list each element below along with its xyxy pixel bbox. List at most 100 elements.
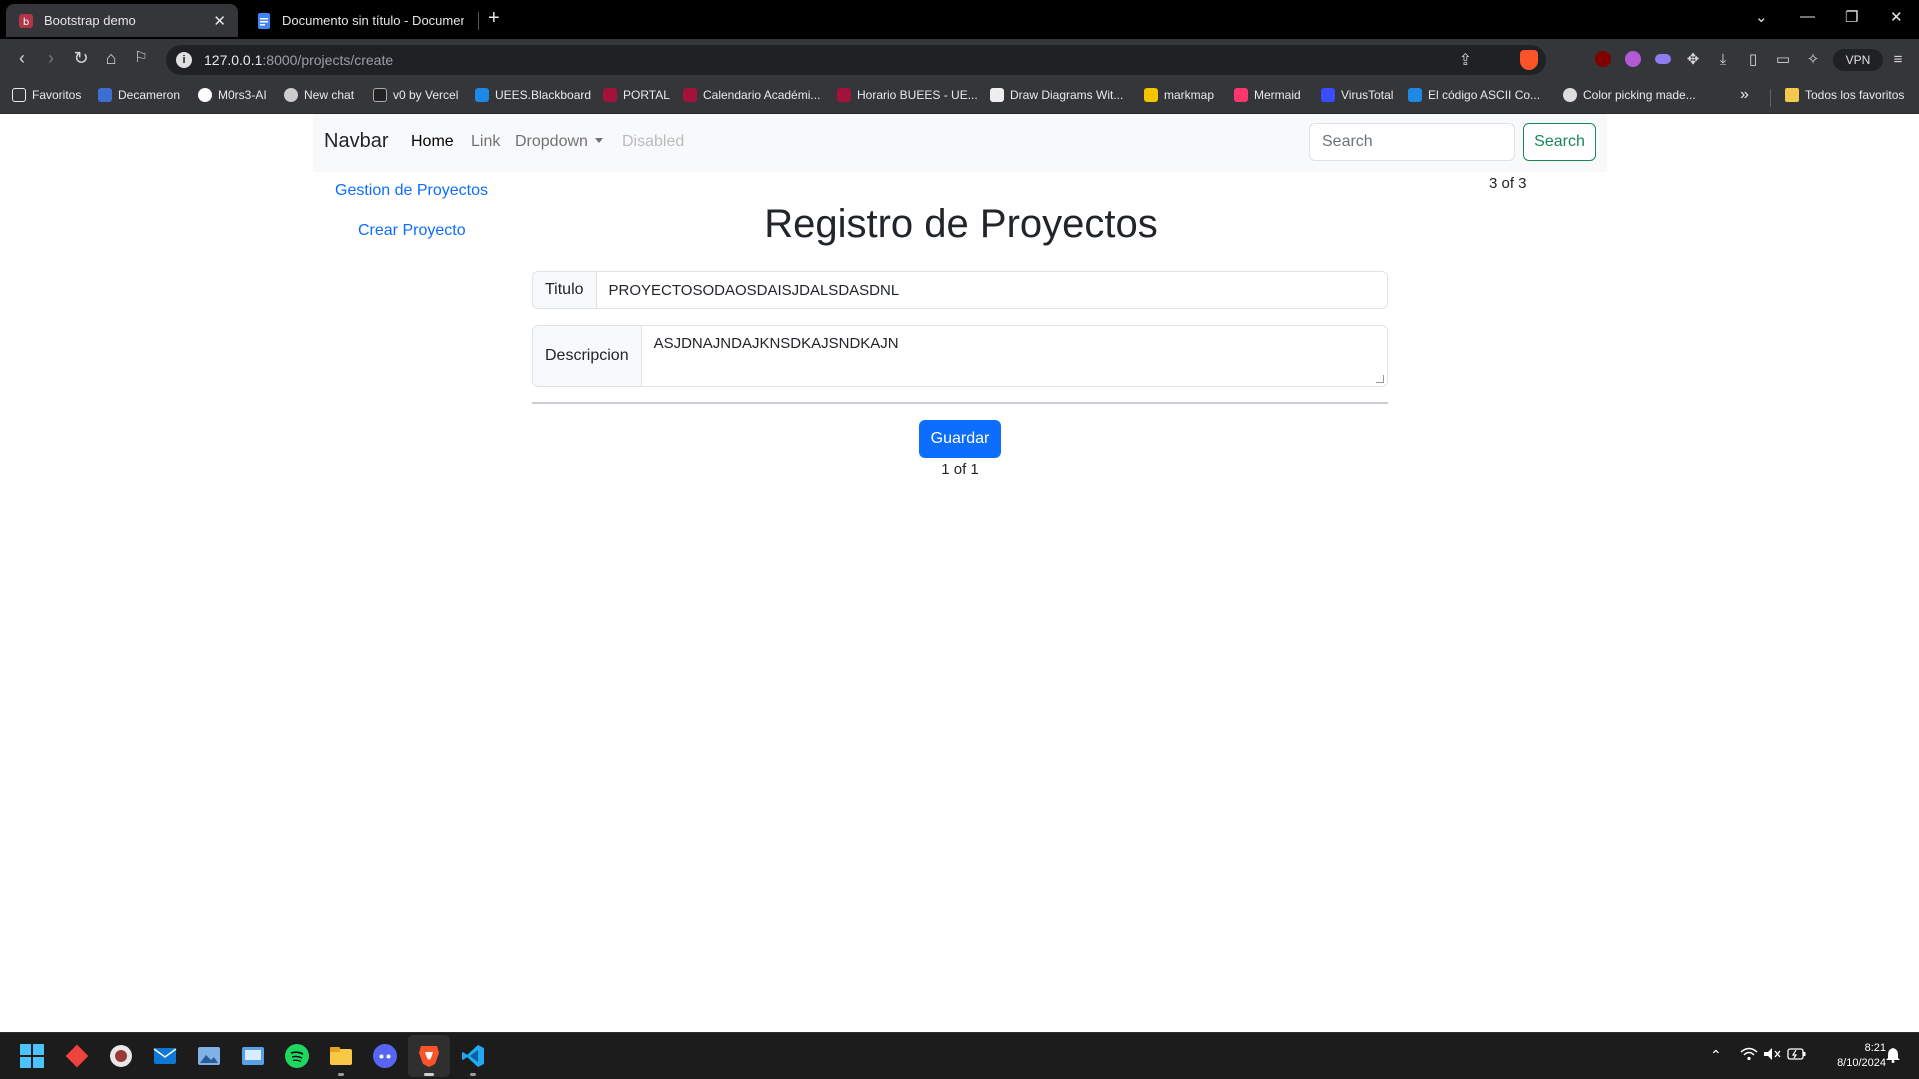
bookmark-v0[interactable]: v0 by Vercel	[373, 88, 458, 102]
bookmark-label: M0rs3-AI	[218, 88, 267, 102]
sidebar-item-gestion-proyectos[interactable]: Gestion de Proyectos	[335, 182, 488, 200]
app-circle-icon[interactable]	[108, 1043, 134, 1069]
vscode-running-indicator	[470, 1073, 476, 1076]
bookmark-label: Draw Diagrams Wit...	[1010, 88, 1124, 102]
extension-purple-icon[interactable]	[1623, 50, 1643, 70]
restore-icon[interactable]: ❐	[1845, 8, 1858, 26]
spotify-icon[interactable]	[284, 1043, 310, 1069]
clock-time: 8:21	[1864, 1042, 1886, 1054]
nav-dropdown-toggle[interactable]: Dropdown	[515, 133, 603, 151]
vscode-icon[interactable]	[460, 1043, 486, 1069]
close-tab-icon[interactable]: ✕	[213, 12, 226, 30]
new-tab-icon[interactable]: +	[488, 7, 500, 30]
nav-disabled-link: Disabled	[622, 133, 685, 150]
file-explorer-icon[interactable]	[328, 1043, 354, 1069]
leo-ai-icon[interactable]: ✧	[1803, 50, 1823, 70]
page-viewport: Navbar Home Link Dropdown Disabled Searc…	[0, 114, 1919, 1032]
sidebar-icon[interactable]: ▯	[1743, 50, 1763, 70]
nav-home-link[interactable]: Home	[411, 133, 454, 151]
nav-link-link[interactable]: Link	[471, 133, 500, 151]
tab-documento[interactable]: Documento sin título - Documentos	[244, 4, 476, 37]
bookmark-label: VirusTotal	[1341, 88, 1394, 102]
clock-date: 8/10/2024	[1837, 1057, 1886, 1069]
url-text[interactable]: 127.0.0.1:8000/projects/create	[204, 52, 393, 68]
forward-icon[interactable]: ›	[39, 48, 63, 69]
wifi-icon[interactable]	[1740, 1047, 1758, 1064]
bookmark-markmap[interactable]: markmap	[1144, 88, 1214, 102]
bookmark-mermaid[interactable]: Mermaid	[1234, 88, 1301, 102]
tab-search-chevron-icon[interactable]: ⌄	[1755, 8, 1768, 26]
bookmark-folder-todos[interactable]: Todos los favoritos	[1785, 88, 1904, 102]
bookmark-favoritos[interactable]: Favoritos	[12, 88, 81, 102]
downloads-icon[interactable]: ⤓	[1713, 50, 1733, 70]
photos-icon[interactable]	[196, 1043, 222, 1069]
discord-icon[interactable]	[372, 1043, 398, 1069]
more-bookmarks-icon[interactable]: »	[1740, 86, 1749, 104]
minimize-icon[interactable]: —	[1800, 8, 1815, 25]
navbar-brand[interactable]: Navbar	[324, 130, 388, 153]
bookmark-decameron[interactable]: Decameron	[98, 88, 180, 102]
bookmark-blackboard[interactable]: UEES.Blackboard	[475, 88, 591, 102]
extension-game-icon[interactable]	[1653, 50, 1673, 70]
bookmark-color-picking[interactable]: Color picking made...	[1563, 88, 1696, 102]
tab-title: Bootstrap demo	[44, 13, 136, 28]
navbar-search-button[interactable]: Search	[1523, 123, 1596, 161]
bookmark-calendario[interactable]: Calendario Académi...	[683, 88, 820, 102]
brave-shields-icon[interactable]	[1520, 50, 1538, 70]
site-info-icon[interactable]: i	[176, 52, 192, 68]
extensions-puzzle-icon[interactable]: ✥	[1683, 50, 1703, 70]
back-icon[interactable]: ‹	[10, 48, 34, 69]
battery-charging-icon[interactable]	[1787, 1047, 1807, 1064]
sidebar-item-crear-proyecto[interactable]: Crear Proyecto	[358, 222, 466, 240]
bookmark-bar-icon	[12, 88, 26, 102]
v0-icon	[373, 88, 387, 102]
uees-icon	[603, 88, 617, 102]
titulo-input[interactable]	[596, 272, 1387, 308]
browser-toolbar: ‹ › ↻ ⌂ ⚐ i 127.0.0.1:8000/projects/crea…	[0, 39, 1919, 81]
show-hidden-icons-chevron-icon[interactable]: ⌃	[1710, 1047, 1722, 1064]
bookmark-new-chat[interactable]: New chat	[284, 88, 354, 102]
bookmark-label: Favoritos	[32, 88, 82, 102]
volume-muted-icon[interactable]	[1763, 1047, 1781, 1064]
notifications-bell-icon[interactable]	[1886, 1047, 1900, 1066]
bookmark-virustotal[interactable]: VirusTotal	[1321, 88, 1393, 102]
vpn-button[interactable]: VPN	[1833, 49, 1883, 71]
bookmark-icon[interactable]: ⚐	[129, 48, 153, 66]
control-panel-icon[interactable]	[240, 1043, 266, 1069]
close-window-icon[interactable]: ✕	[1890, 8, 1903, 26]
bookmark-label: Todos los favoritos	[1805, 88, 1905, 102]
brave-browser-icon[interactable]	[416, 1043, 442, 1069]
bookmark-portal[interactable]: PORTAL	[603, 88, 670, 102]
descripcion-textarea[interactable]: ASJDNAJNDAJKNSDKAJSNDKAJN	[641, 326, 1387, 386]
tab-bootstrap-demo[interactable]: b Bootstrap demo ✕	[6, 4, 238, 37]
url-path: :8000/projects/create	[262, 52, 394, 68]
bookmarks-bar: Favoritos Decameron M0rs3-AI New chat v0…	[0, 81, 1919, 114]
wallet-icon[interactable]: ▭	[1773, 50, 1793, 70]
bookmark-label: Calendario Académi...	[703, 88, 821, 102]
counter-top: 3 of 3	[1489, 175, 1527, 192]
mail-icon[interactable]	[152, 1043, 178, 1069]
navbar-search-input[interactable]	[1309, 123, 1515, 161]
menu-hamburger-icon[interactable]: ≡	[1888, 50, 1908, 70]
windows-taskbar: ⌃ 8:21 8/10/2024	[0, 1032, 1919, 1079]
share-icon[interactable]: ⇪	[1459, 50, 1472, 70]
taskbar-clock[interactable]: 8:21 8/10/2024	[1806, 1041, 1886, 1071]
home-icon[interactable]: ⌂	[99, 48, 123, 69]
bookmark-draw-diagrams[interactable]: Draw Diagrams Wit...	[990, 88, 1123, 102]
uees-icon	[683, 88, 697, 102]
bookmark-horario[interactable]: Horario BUEES - UE...	[837, 88, 978, 102]
bookmark-label: Mermaid	[1254, 88, 1301, 102]
address-bar[interactable]: i 127.0.0.1:8000/projects/create ⇪	[166, 45, 1546, 75]
bookmark-label: Horario BUEES - UE...	[857, 88, 978, 102]
bookmark-m0rs3-ai[interactable]: M0rs3-AI	[198, 88, 267, 102]
windows-start-icon[interactable]	[19, 1043, 45, 1069]
file-explorer-running-indicator	[338, 1073, 344, 1076]
anydesk-icon[interactable]	[64, 1043, 90, 1069]
guardar-button[interactable]: Guardar	[919, 420, 1001, 458]
bookmark-ascii[interactable]: El código ASCII Co...	[1408, 88, 1540, 102]
ublock-extension-icon[interactable]	[1593, 50, 1613, 70]
bookmark-label: UEES.Blackboard	[495, 88, 592, 102]
resize-handle-icon[interactable]	[1376, 375, 1384, 383]
reload-icon[interactable]: ↻	[69, 48, 93, 69]
diagrams-icon	[990, 88, 1004, 102]
